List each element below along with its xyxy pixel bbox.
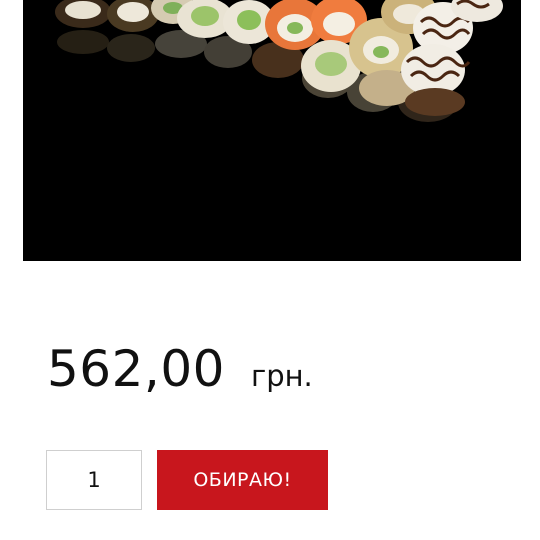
product-photo[interactable] <box>23 0 521 261</box>
price: 562,00 грн. <box>47 336 313 402</box>
add-to-cart-button[interactable]: ОБИРАЮ! <box>157 450 328 510</box>
product-page: 562,00 грн. ОБИРАЮ! <box>0 0 540 540</box>
price-currency: грн. <box>250 359 313 393</box>
price-amount: 562,00 <box>47 340 225 398</box>
quantity-input[interactable] <box>46 450 142 510</box>
sushi-set-photo-icon <box>23 0 521 261</box>
